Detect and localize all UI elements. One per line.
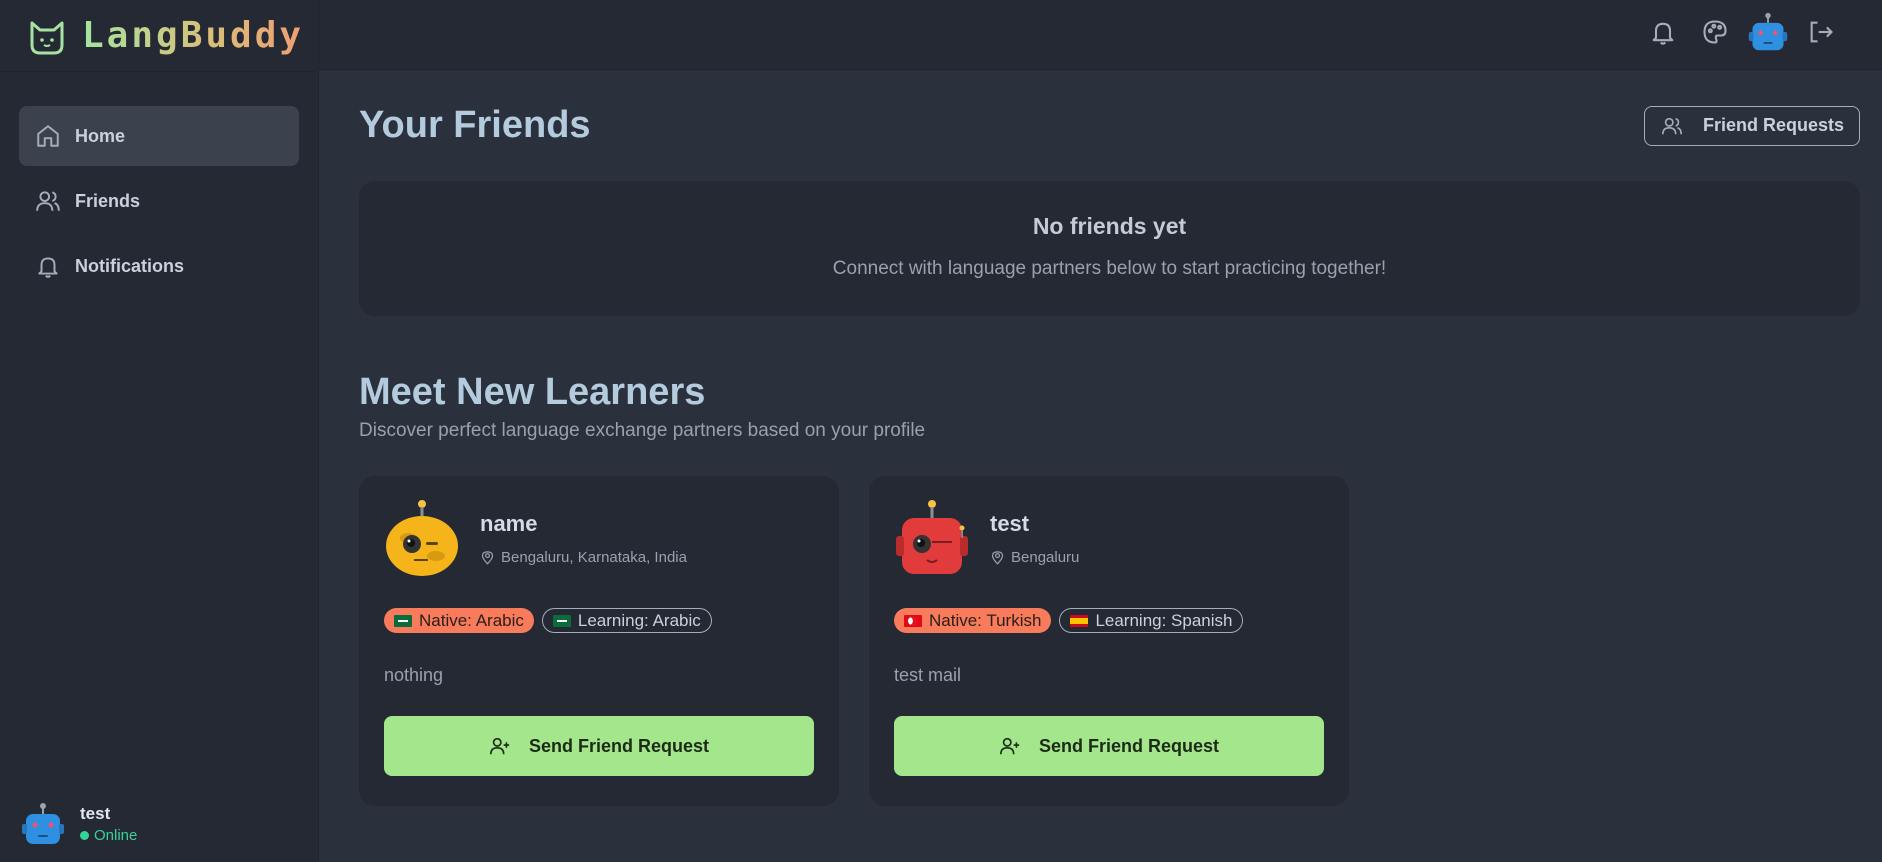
learning-language-badge: Learning: Arabic	[541, 608, 712, 633]
users-icon	[36, 191, 60, 211]
cat-face-icon	[30, 21, 64, 54]
learner-bio: nothing	[384, 665, 444, 685]
palette-icon	[1703, 20, 1727, 44]
saudi-flag-icon	[552, 614, 571, 627]
logout-icon	[1810, 21, 1833, 43]
profile-avatar[interactable]	[1747, 9, 1789, 55]
turkey-flag-icon	[904, 614, 922, 627]
friend-requests-label: Friend Requests	[1702, 115, 1844, 135]
learner-location-text: Bengaluru, Karnataka, India	[501, 548, 687, 566]
learner-location-text: Bengaluru	[1011, 548, 1080, 566]
app: LangBuddy Home Friends Notifications tes…	[0, 0, 1882, 862]
learners-title: Meet New Learners	[359, 371, 706, 413]
native-language-label: Native: Turkish	[929, 610, 1042, 630]
learning-language-badge: Learning: Spanish	[1059, 608, 1244, 633]
map-pin-icon	[991, 550, 1004, 565]
user-plus-icon	[999, 737, 1020, 755]
sidebar-item-label: Notifications	[75, 255, 185, 276]
send-friend-request-label: Send Friend Request	[528, 735, 710, 756]
user-plus-icon	[489, 737, 510, 755]
learning-language-label: Learning: Spanish	[1095, 610, 1233, 630]
friends-title: Your Friends	[359, 104, 591, 146]
no-friends-subtitle: Connect with language partners below to …	[832, 258, 1387, 279]
learner-location: Bengaluru	[990, 549, 1079, 566]
current-user[interactable]: test Online	[20, 800, 137, 848]
no-friends-card: No friends yet Connect with language par…	[359, 181, 1860, 316]
native-language-badge: Native: Arabic	[384, 608, 534, 633]
robot-avatar	[22, 803, 64, 844]
sidebar-item-label: Friends	[75, 190, 141, 211]
logout-button[interactable]	[1795, 6, 1847, 58]
brand[interactable]: LangBuddy	[0, 0, 318, 72]
native-language-label: Native: Arabic	[419, 610, 524, 630]
learner-cards: name Bengaluru, Karnataka, India Native:…	[359, 476, 1859, 806]
learners-subtitle: Discover perfect language exchange partn…	[359, 420, 926, 441]
native-language-badge: Native: Turkish	[894, 608, 1052, 633]
bell-icon	[1652, 22, 1674, 45]
bell-icon	[38, 257, 58, 278]
learner-card: test Bengaluru Native: Turkish Learning:…	[869, 476, 1349, 806]
user-status-label: Online	[94, 827, 138, 844]
main-content: Your Friends Friend Requests No friends …	[359, 70, 1860, 806]
robot-avatar-yellow	[386, 500, 458, 576]
language-badges: Native: Arabic Learning: Arabic	[384, 608, 814, 633]
home-icon	[37, 125, 59, 147]
send-friend-request-button[interactable]: Send Friend Request	[894, 716, 1324, 776]
spain-flag-icon	[1070, 614, 1089, 627]
saudi-flag-icon	[394, 614, 412, 627]
sidebar-nav: Home Friends Notifications	[0, 72, 318, 296]
header-actions	[1637, 6, 1847, 58]
user-status: Online	[80, 827, 137, 844]
user-name: test	[80, 804, 111, 823]
notifications-button[interactable]	[1637, 6, 1689, 58]
learner-name: name	[480, 510, 538, 536]
brand-name: LangBuddy	[82, 15, 305, 56]
map-pin-icon	[481, 550, 494, 565]
learning-language-label: Learning: Arabic	[577, 610, 701, 630]
sidebar: LangBuddy Home Friends Notifications tes…	[0, 0, 319, 862]
language-badges: Native: Turkish Learning: Spanish	[894, 608, 1324, 633]
learner-card: name Bengaluru, Karnataka, India Native:…	[359, 476, 839, 806]
top-header	[319, 0, 1882, 70]
sidebar-item-notifications[interactable]: Notifications	[19, 236, 299, 296]
sidebar-item-label: Home	[75, 125, 126, 146]
friend-requests-button[interactable]: Friend Requests	[1643, 105, 1860, 146]
online-dot	[80, 831, 89, 840]
learner-name: test	[990, 510, 1030, 536]
sidebar-item-home[interactable]: Home	[19, 106, 299, 166]
friends-header: Your Friends Friend Requests	[359, 104, 1860, 147]
robot-avatar-red	[896, 500, 968, 574]
learner-location: Bengaluru, Karnataka, India	[480, 549, 687, 566]
send-friend-request-label: Send Friend Request	[1038, 735, 1220, 756]
learner-bio: test mail	[894, 665, 962, 685]
users-icon	[1661, 117, 1682, 134]
sidebar-item-friends[interactable]: Friends	[19, 171, 299, 231]
send-friend-request-button[interactable]: Send Friend Request	[384, 716, 814, 776]
theme-button[interactable]	[1689, 6, 1741, 58]
no-friends-title: No friends yet	[1032, 213, 1187, 239]
